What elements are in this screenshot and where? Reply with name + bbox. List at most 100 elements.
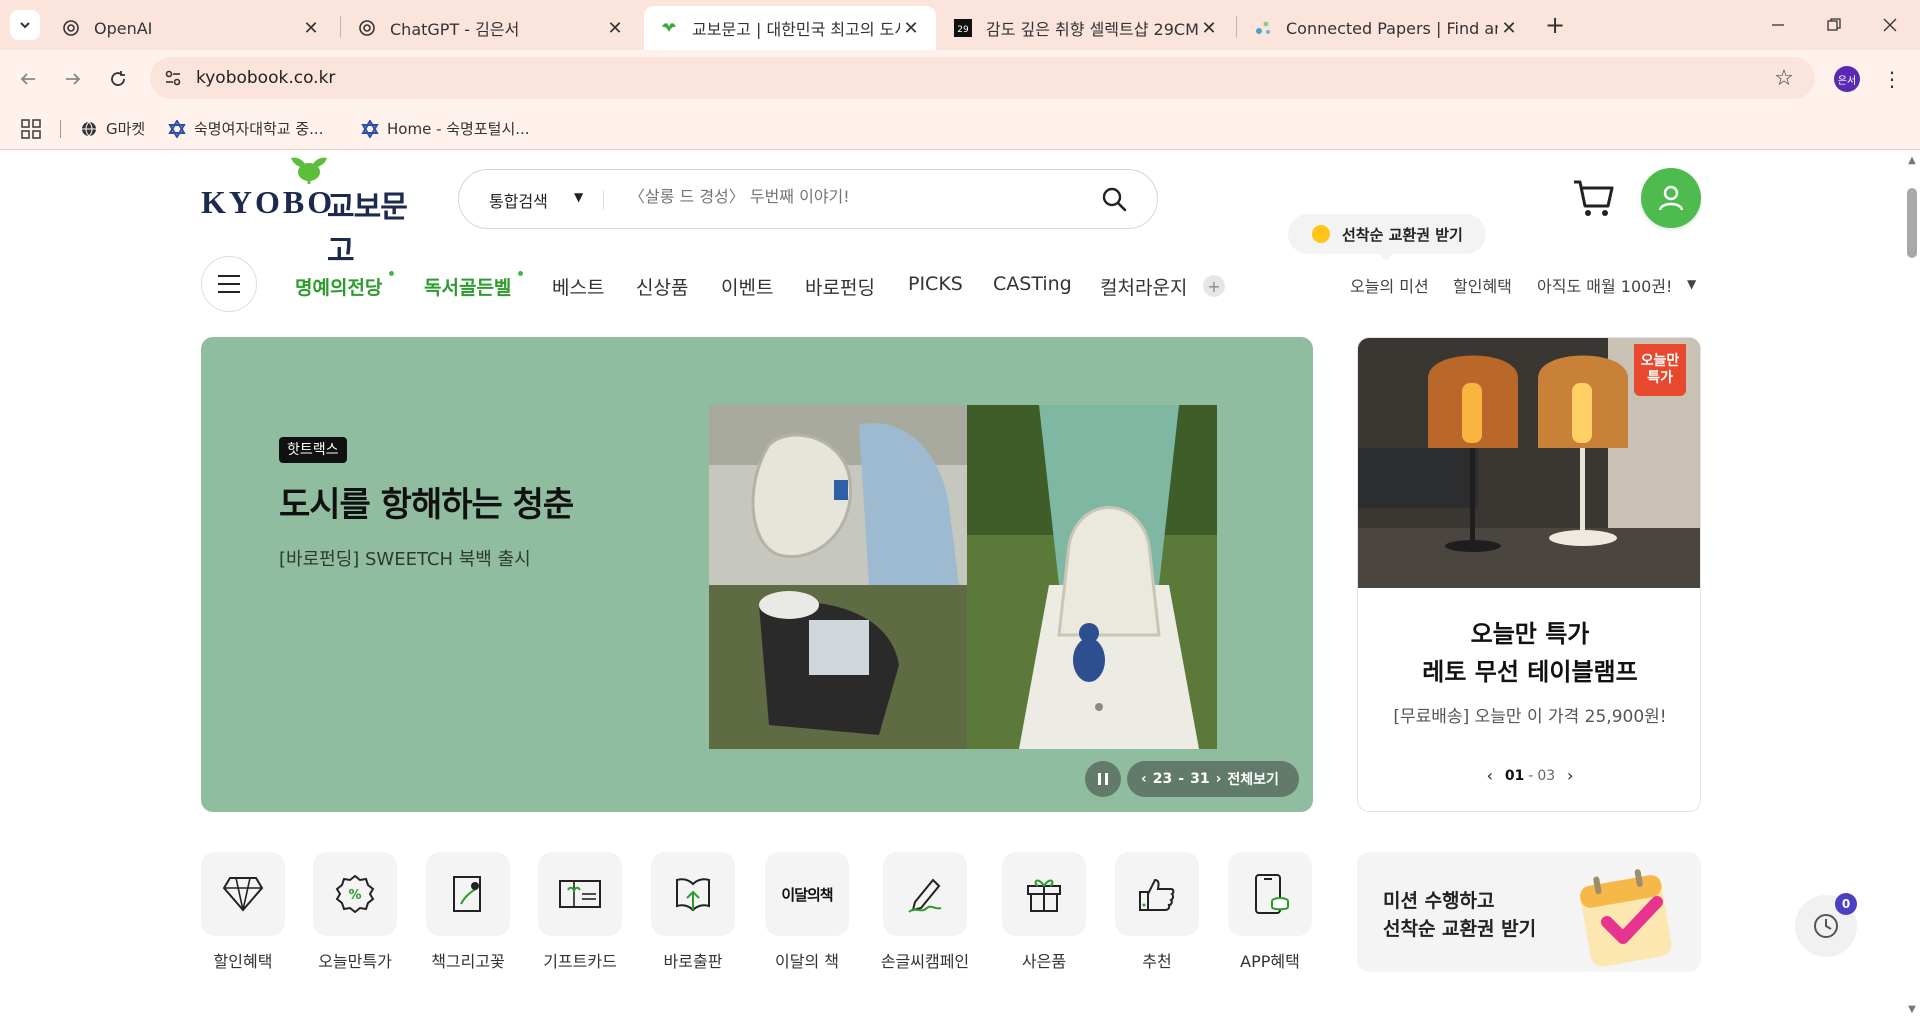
recent-viewed-button[interactable]: 0 [1795,893,1857,957]
main-hero-banner[interactable]: 핫트랙스 도시를 항해하는 청춘 [바로펀딩] SWEETCH 북백 출시 ‹ … [201,337,1313,812]
bookmark-star-icon[interactable]: ☆ [1771,65,1797,91]
close-icon[interactable]: ✕ [604,17,626,39]
chevron-right-icon[interactable]: › [1555,766,1585,785]
reload-button[interactable] [103,64,133,94]
pause-button[interactable] [1085,761,1121,797]
quick-menu-freebie[interactable]: 사은품 [996,852,1092,972]
mobile-coin-icon [1228,852,1312,936]
thumbs-up-icon [1115,852,1199,936]
coupon-tooltip[interactable]: 선착순 교환권 받기 [1288,214,1486,261]
deal-pager: ‹ 01 - 03 › [1358,766,1700,785]
bookmark-portal[interactable]: Home - 숙명포털시... [361,118,530,139]
gnb-culture-lounge[interactable]: 컬처라운지 [1100,273,1187,300]
tab-openai[interactable]: OpenAI ✕ [46,6,336,50]
gnb-golden-bell[interactable]: 독서골든벨 [424,273,511,300]
close-icon[interactable]: ✕ [900,17,922,39]
gnb-funding[interactable]: 바로펀딩 [805,273,875,300]
tab-title: 감도 깊은 취향 셀렉트샵 29CM [986,20,1198,39]
today-deal-card[interactable]: 오늘만 특가 오늘만 특가 레토 무선 테이블램프 [무료배송] 오늘만 이 가… [1357,337,1701,812]
gnb-hall-of-fame[interactable]: 명예의전당 [295,273,382,300]
kyobo-logo[interactable]: KYOBO 교보문고 [201,154,425,269]
gnb-picks[interactable]: PICKS [908,273,963,295]
quick-menu-label: 손글씨캠페인 [880,952,970,971]
month-book-icon-text: 이달의책 [781,885,833,904]
bookmark-label: G마켓 [106,120,146,138]
gnb-new[interactable]: 신상품 [636,273,688,300]
close-icon[interactable]: ✕ [1498,17,1520,39]
star-of-david-icon [168,119,186,138]
search-input[interactable] [629,187,1069,206]
page-scrollbar[interactable]: ▲ ▼ [1904,151,1920,1020]
quick-menu-today-deal[interactable]: % 오늘만특가 [307,852,403,972]
mission-line1: 미션 수행하고 [1383,890,1495,912]
tab-29cm[interactable]: 29 감도 깊은 취향 셀렉트샵 29CM ✕ [938,6,1234,50]
scroll-down-icon[interactable]: ▼ [1906,1004,1918,1016]
bookmark-gmarket[interactable]: G마켓 [80,118,145,139]
profile-avatar[interactable]: 은서 [1834,66,1860,92]
browser-menu-icon[interactable]: ⋮ [1880,64,1904,94]
bookmark-sookmyung[interactable]: 숙명여자대학교 중... [168,118,323,139]
quick-menu-discount[interactable]: 할인혜택 [195,852,291,972]
restore-button[interactable] [1806,0,1862,50]
site-info-icon[interactable] [162,67,184,89]
hero-subtitle: [바로펀딩] SWEETCH 북백 출시 [279,549,531,570]
coin-icon [1312,225,1330,243]
tab-kyobo[interactable]: 교보문고 | 대한민국 최고의 도서 ✕ [644,6,936,50]
cart-icon[interactable] [1572,178,1614,218]
globe-icon [80,120,98,138]
quick-menu-publish[interactable]: 바로출판 [645,852,741,972]
quick-menu-month-book[interactable]: 이달의책 이달의 책 [759,852,855,972]
quick-menu-label: 할인혜택 [213,952,273,971]
address-bar[interactable]: kyobobook.co.kr ☆ [150,57,1815,99]
tab-chatgpt[interactable]: ChatGPT - 김은서 ✕ [342,6,640,50]
caret-down-icon[interactable]: ▼ [1687,277,1696,291]
deal-description: [무료배송] 오늘만 이 가격 25,900원! [1393,707,1667,727]
view-all-link[interactable]: 전체보기 [1227,769,1279,789]
chevron-left-icon[interactable]: ‹ [1475,766,1505,785]
new-tab-button[interactable]: + [1540,10,1570,40]
url-text[interactable]: kyobobook.co.kr [196,68,335,88]
gnb-best[interactable]: 베스트 [552,273,604,300]
quick-menu-handwriting[interactable]: 손글씨캠페인 [877,852,973,972]
tab-search-button[interactable] [10,10,40,40]
scroll-up-icon[interactable]: ▲ [1906,155,1918,167]
util-discount[interactable]: 할인혜택 [1453,273,1512,297]
quick-menu-gift-card[interactable]: 기프트카드 [532,852,628,972]
next-arrow-icon[interactable]: › [1216,771,1222,787]
gnb-event[interactable]: 이벤트 [721,273,773,300]
close-window-button[interactable] [1862,0,1918,50]
scroll-thumb[interactable] [1907,188,1917,258]
quick-menu-recommend[interactable]: 추천 [1109,852,1205,972]
connected-papers-icon [1254,19,1272,37]
hamburger-icon [218,275,240,293]
prev-arrow-icon[interactable]: ‹ [1141,771,1147,787]
kyobo-bird-icon [660,19,678,37]
apps-grid-icon[interactable] [20,118,42,140]
my-page-button[interactable] [1641,168,1701,228]
quick-menu-app-benefit[interactable]: APP혜택 [1222,852,1318,972]
category-menu-button[interactable] [201,256,257,312]
bookmark-divider [60,120,61,138]
diamond-icon [201,852,285,936]
arrow-left-icon [20,73,35,85]
bookmark-label: 숙명여자대학교 중... [194,120,324,138]
back-button[interactable] [13,64,43,94]
deal-product-name: 레토 무선 테이블램프 [1422,658,1638,686]
mission-banner[interactable]: 미션 수행하고 선착순 교환권 받기 [1357,852,1701,972]
logo-text-en: KYOBO [201,184,336,220]
close-icon[interactable]: ✕ [300,17,322,39]
tab-connected-papers[interactable]: Connected Papers | Find and exp ✕ [1238,6,1534,50]
gnb-casting[interactable]: CASTing [993,273,1072,295]
util-monthly-100[interactable]: 아직도 매월 100권! [1537,273,1672,297]
search-icon[interactable] [1101,186,1127,212]
caret-down-icon[interactable]: ▼ [574,190,583,204]
search-scope-select[interactable]: 통합검색 [489,188,548,212]
close-icon[interactable]: ✕ [1198,17,1220,39]
minimize-button[interactable] [1750,0,1806,50]
tab-title: 교보문고 | 대한민국 최고의 도서 [692,20,900,39]
quick-menu-book-flower[interactable]: 책그리고꽃 [420,852,516,972]
forward-button[interactable] [58,64,88,94]
gnb-more-button[interactable]: + [1203,275,1225,297]
util-today-mission[interactable]: 오늘의 미션 [1350,273,1429,297]
search-bar: 통합검색 ▼ [458,169,1158,229]
